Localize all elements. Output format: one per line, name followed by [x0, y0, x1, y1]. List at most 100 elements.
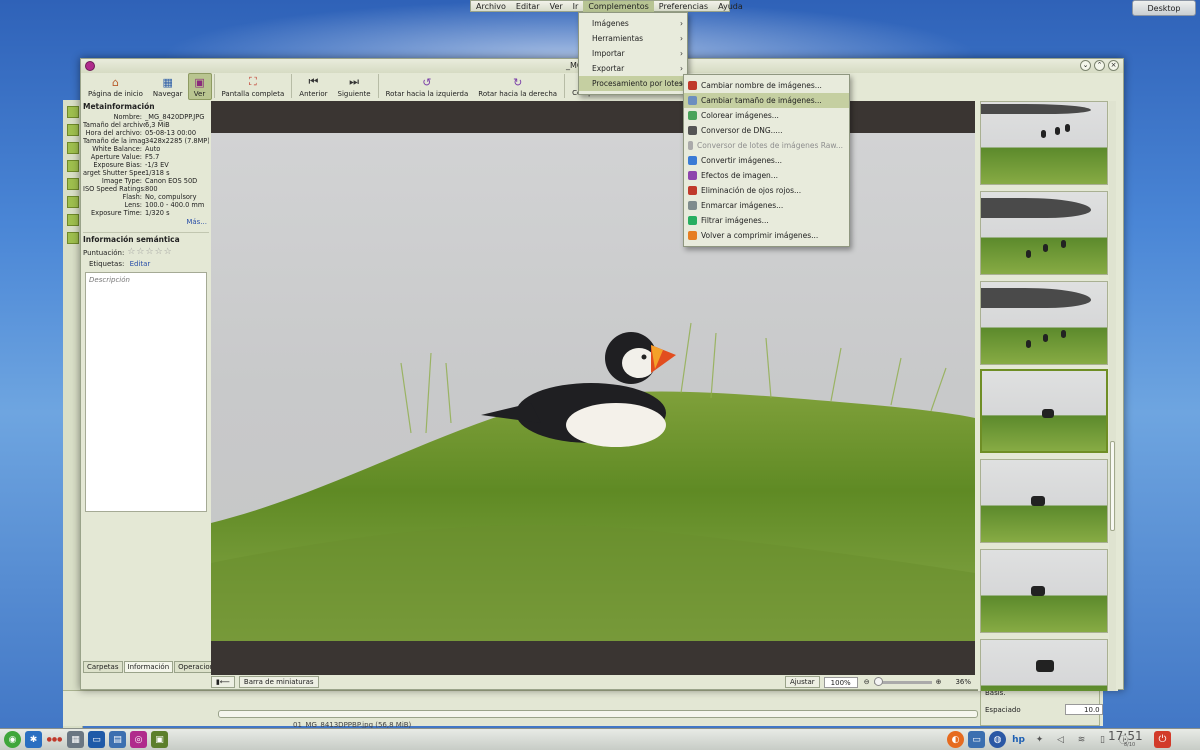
- global-menu-5[interactable]: Preferencias: [654, 1, 713, 12]
- sidebar-tab-1[interactable]: Información: [123, 661, 174, 673]
- metadata-key: Nombre:: [113, 113, 142, 121]
- gwenview-task-icon[interactable]: ◎: [130, 731, 147, 748]
- toolbar-button-fullscreen[interactable]: ⛶ Pantalla completa: [217, 73, 290, 100]
- edit-tags-link[interactable]: Editar: [130, 260, 151, 268]
- toolbar-label: Siguiente: [337, 90, 371, 98]
- zoom-out-icon[interactable]: ⊖: [864, 678, 870, 686]
- firefox-icon[interactable]: ◐: [947, 731, 964, 748]
- metadata-heading: Metainformación: [83, 102, 155, 111]
- global-menu-3[interactable]: Ir: [568, 1, 584, 12]
- view-icon: ▣: [194, 75, 205, 89]
- browse-icon: ▦: [162, 75, 173, 89]
- scrollbar-handle[interactable]: [1110, 441, 1115, 531]
- menu-item-4[interactable]: Procesamiento por lotes ›: [579, 76, 687, 91]
- metadata-value: 05-08-13 00:00: [145, 129, 197, 137]
- zoom-slider-handle[interactable]: [873, 676, 883, 686]
- thumbnail-item[interactable]: [980, 101, 1108, 185]
- maximize-button[interactable]: ⌃: [1094, 60, 1105, 71]
- star-icon[interactable]: ☆: [145, 248, 153, 257]
- monitor-icon[interactable]: ▭: [968, 731, 985, 748]
- thumbnail-item[interactable]: [980, 549, 1108, 633]
- toggle-sidebar-button[interactable]: ▮⟵: [211, 676, 235, 688]
- thumbnail-scrollbar[interactable]: [1109, 101, 1116, 691]
- menu-item-9[interactable]: Filtrar imágenes...: [684, 213, 849, 228]
- wifi-icon[interactable]: ≋: [1073, 731, 1090, 748]
- info-sidebar: Metainformación Nombre: _MG_8420DPP.JPG Ta…: [83, 101, 227, 675]
- global-menu-4[interactable]: Complementos: [583, 0, 654, 12]
- metadata-key: Tamaño de la imagen:: [83, 137, 145, 145]
- star-icon[interactable]: ☆: [136, 248, 144, 257]
- background-window-icon: [66, 142, 79, 154]
- thumbnail-item[interactable]: [980, 281, 1108, 365]
- toolbar-button-rotate-right[interactable]: ↻ Rotar hacia la derecha: [473, 73, 562, 100]
- batch-processing-submenu: Cambiar nombre de imágenes... Cambiar tam…: [683, 74, 850, 247]
- menu-item-0[interactable]: Imágenes ›: [579, 16, 687, 31]
- clock-date: 8/10: [1124, 742, 1136, 748]
- rating-stars[interactable]: ☆ ☆ ☆ ☆ ☆: [127, 248, 171, 257]
- menu-item-label: Importar: [592, 49, 625, 58]
- toolbar-button-rotate-left[interactable]: ↺ Rotar hacia la izquierda: [381, 73, 474, 100]
- kde-launcher-icon[interactable]: ✱: [25, 731, 42, 748]
- activities-icon[interactable]: ●●●: [46, 731, 63, 748]
- image-view[interactable]: [211, 101, 975, 675]
- menu-item-2[interactable]: Colorear imágenes...: [684, 108, 849, 123]
- sidebar-tab-0[interactable]: Carpetas: [83, 661, 123, 673]
- toolbar-separator: [291, 74, 293, 98]
- spacing-field[interactable]: 10.0: [1064, 704, 1103, 715]
- toolbar-button-home[interactable]: ⌂ Página de inicio: [83, 73, 148, 100]
- menu-item-7[interactable]: Eliminación de ojos rojos...: [684, 183, 849, 198]
- screen-icon[interactable]: ▭: [88, 731, 105, 748]
- hp-icon[interactable]: hp: [1010, 731, 1027, 748]
- global-menu-2[interactable]: Ver: [545, 1, 568, 12]
- start-menu-icon[interactable]: ◉: [4, 731, 21, 748]
- fit-button[interactable]: Ajustar: [784, 676, 820, 688]
- pager-icon[interactable]: ▦: [67, 731, 84, 748]
- star-icon[interactable]: ☆: [127, 248, 135, 257]
- toolbar-button-browse[interactable]: ▦ Navegar: [148, 73, 188, 100]
- zoom-in-icon[interactable]: ⊕: [936, 678, 942, 686]
- zoom-field[interactable]: 100%: [823, 676, 858, 688]
- semantic-heading: Información semántica: [83, 232, 209, 244]
- thumbnail-item[interactable]: [980, 459, 1108, 543]
- star-icon[interactable]: ☆: [155, 248, 163, 257]
- close-button[interactable]: ×: [1108, 60, 1119, 71]
- thumbnail-item-selected[interactable]: [980, 369, 1108, 453]
- thumbnail-item[interactable]: [980, 639, 1108, 691]
- toolbar-button-previous[interactable]: ⏮ Anterior: [294, 73, 332, 100]
- thumbnail-bar-button[interactable]: Barra de miniaturas: [238, 676, 319, 688]
- menu-item-5[interactable]: Convertir imágenes...: [684, 153, 849, 168]
- menu-item-2[interactable]: Importar ›: [579, 46, 687, 61]
- thumbnail-item[interactable]: [980, 191, 1108, 275]
- menu-item-3[interactable]: Conversor de DNG.....: [684, 123, 849, 138]
- more-metadata-link[interactable]: Más...: [83, 218, 209, 226]
- menu-item-label: Colorear imágenes...: [701, 111, 779, 120]
- desktop-button[interactable]: Desktop: [1132, 0, 1196, 16]
- clock[interactable]: 17:51: [1108, 730, 1143, 742]
- menu-item-4[interactable]: Conversor de lotes de imágenes Raw...: [684, 138, 849, 153]
- toolbar-button-view[interactable]: ▣ Ver: [187, 73, 212, 100]
- bluetooth-icon[interactable]: ✦: [1031, 731, 1048, 748]
- menu-item-6[interactable]: Efectos de imagen...: [684, 168, 849, 183]
- background-scrollbar[interactable]: [218, 710, 978, 718]
- image-task-icon[interactable]: ▣: [151, 731, 168, 748]
- menu-item-0[interactable]: Cambiar nombre de imágenes...: [684, 78, 849, 93]
- minimize-button[interactable]: ⌄: [1080, 60, 1091, 71]
- background-window-bottom: 01_MG_8413DPPBP.jpg (56,8 MiB): [63, 690, 1103, 729]
- app-icon[interactable]: [85, 61, 95, 71]
- menu-item-10[interactable]: Volver a comprimir imágenes...: [684, 228, 849, 243]
- global-menu-1[interactable]: Editar: [511, 1, 545, 12]
- menu-item-1[interactable]: Herramientas ›: [579, 31, 687, 46]
- network-globe-icon[interactable]: ◍: [989, 731, 1006, 748]
- star-icon[interactable]: ☆: [164, 248, 172, 257]
- menu-item-3[interactable]: Exportar ›: [579, 61, 687, 76]
- toolbar-button-next[interactable]: ⏭ Siguiente: [333, 73, 376, 100]
- menu-item-1[interactable]: Cambiar tamaño de imágenes...: [684, 93, 849, 108]
- description-field[interactable]: Descripción: [85, 272, 207, 512]
- power-icon[interactable]: ⏻: [1154, 731, 1171, 748]
- global-menu-6[interactable]: Ayuda: [713, 1, 748, 12]
- menu-item-8[interactable]: Enmarcar imágenes...: [684, 198, 849, 213]
- global-menu-0[interactable]: Archivo: [471, 1, 511, 12]
- zoom-slider[interactable]: [873, 676, 932, 686]
- volume-icon[interactable]: ◁: [1052, 731, 1069, 748]
- document-icon[interactable]: ▤: [109, 731, 126, 748]
